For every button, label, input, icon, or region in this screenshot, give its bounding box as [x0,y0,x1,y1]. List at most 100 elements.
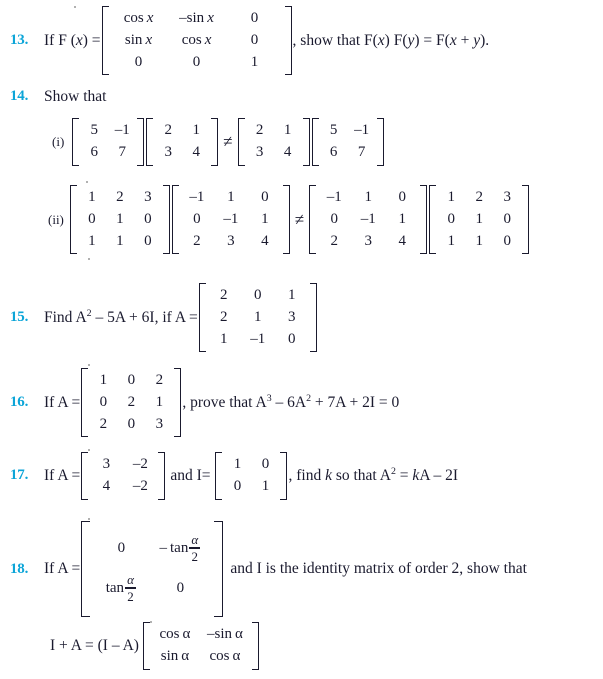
problem-14-number: 14. [10,88,29,105]
matrix-rows: 3 –2 4 –2 [88,452,158,500]
matrix-cell: 0 [192,53,201,70]
negative-tan-half-alpha: – tan α 2 [159,532,201,564]
matrix-rows: cos x –sin x 0 sin x cos x 0 0 0 1 [109,6,285,75]
problem-17: 17. If A = 3 –2 4 –2 and I= 10 01 , find k… [10,452,458,500]
matrix-bracket-right [214,521,224,617]
matrix-cell: 1 [233,456,242,472]
matrix-cell: –sin α [207,626,243,642]
problem-15: 15. Find A2 – 5A + 6I, if A = 2 0 1 2 1 3 1 –… [10,283,318,353]
matrix-bracket-left [72,118,80,166]
problem-16: 16. If A = 1 0 2 0 2 1 2 0 3 , prove that A3 –… [10,368,399,438]
matrix-cell: 2 [220,287,228,303]
tan-half-alpha: tan α 2 [105,572,136,604]
matrix-cell: 7 [357,143,366,160]
matrix-cell: 2 [255,122,264,138]
matrix-cell: 1 [254,308,262,325]
matrix-rows: 1 2 3 0 1 0 1 1 0 [436,185,522,254]
matrix-cell: 2 [220,308,228,325]
matrix-rows: –1 1 0 0 –1 1 2 3 4 [179,185,283,254]
matrix-rows: 10 01 [222,452,280,500]
problem-17-matrix-i: 10 01 [215,452,288,500]
part-i-relation: ≠ [223,131,233,151]
matrix-cell: 0 [117,540,126,557]
matrix-rows: 1 2 3 0 1 0 1 1 0 [77,185,163,254]
matrix-row: tan α 2 0 [93,569,211,609]
matrix-cell: 2 [330,232,338,249]
matrix-cell: –1 [250,330,266,347]
problem-14-lead: Show that [44,88,107,105]
matrix-cell: 1 [250,53,259,70]
problem-18-conclusion-matrix: cos α –sin α sin α cos α [142,622,259,670]
problem-16-matrix: 1 0 2 0 2 1 2 0 3 [81,368,182,438]
matrix-row: cos α –sin α [151,624,251,646]
matrix-cell: 0 [503,210,511,227]
matrix-bracket-right [280,452,288,500]
matrix-cell: –1 [354,122,370,138]
matrix-cell: 3 [102,456,111,472]
matrix-row: 5 –1 [80,120,136,142]
part-ii-matrix-1: 1 2 3 0 1 0 1 1 0 [69,185,170,255]
matrix-row: 5 –1 [320,120,376,142]
matrix-cell: 1 [475,210,483,227]
matrix-bracket-left [429,185,437,255]
matrix-cell: 7 [118,143,127,160]
matrix-bracket-right [522,185,530,255]
matrix-bracket-right [174,368,182,438]
part-i-matrix-1: 5 –1 67 [72,118,145,166]
matrix-row: 1 1 0 [78,231,162,253]
matrix-cell: 0 [88,210,96,227]
matrix-cell: 3 [144,189,152,205]
matrix-cell: –1 [189,189,205,205]
matrix-row: –1 1 0 [317,187,419,209]
print-speck [88,518,90,520]
part-i-matrix-4: 5 –1 6 7 [311,118,384,166]
problem-17-matrix-a: 3 –2 4 –2 [81,452,166,500]
fraction-alpha-over-2: α2 [189,533,201,563]
matrix-cell: 1 [283,122,292,138]
matrix-bracket-right [376,118,384,166]
matrix-bracket-left [237,118,245,166]
matrix-cell: sin α [160,647,190,664]
matrix-cell: cos α [209,647,241,664]
problem-16-lead: If A = [44,394,81,412]
matrix-cell: –2 [132,456,148,472]
problem-17-number: 17. [10,467,29,484]
problem-16-number: 16. [10,394,29,411]
matrix-row: 0 0 1 [110,52,284,74]
matrix-rows: 21 34 [153,118,211,166]
fraction-denominator: 2 [127,588,134,604]
matrix-cell: 0 [193,210,201,227]
matrix-cell: –1 [114,122,130,138]
matrix-row: –1 1 0 [180,187,282,209]
matrix-bracket-right [302,118,310,166]
matrix-bracket-left [146,118,154,166]
problem-17-middle: and I= [170,467,211,485]
matrix-cell: 4 [398,232,406,249]
print-speck [88,364,90,366]
matrix-cell: 3 [503,189,511,205]
matrix-cell: 0 [144,210,152,227]
matrix-bracket-right [137,118,145,166]
matrix-rows: 0 – tan α 2 tan α 2 0 [90,521,214,617]
problem-18: 18. If A = 0 – tan α 2 tan α 2 0 and I i… [10,521,527,617]
matrix-cell: 4 [102,477,111,494]
matrix-cell: 1 [261,477,270,494]
matrix-cell: 2 [155,372,164,388]
part-ii-matrix-4: 1 2 3 0 1 0 1 1 0 [429,185,530,255]
problem-15-lead: Find A2 – 5A + 6I, if A = [44,308,198,327]
matrix-row: 34 [246,142,302,164]
matrix-row: cos x –sin x 0 [110,8,284,30]
matrix-row: 1 –1 0 [207,329,309,351]
print-speck [86,181,88,183]
matrix-cell: 6 [329,143,338,160]
matrix-bracket-left [81,521,91,617]
matrix-cell: cos α [159,626,191,642]
matrix-row: 67 [80,142,136,164]
matrix-cell: 0 [250,31,259,48]
matrix-cell: 1 [227,189,235,205]
matrix-cell: 2 [475,189,483,205]
matrix-row: 2 0 1 [207,285,309,307]
matrix-rows: cos α –sin α sin α cos α [150,622,252,670]
problem-14-part-ii: (ii) 1 2 3 0 1 0 1 1 0 –1 1 0 0 –1 1 2 3 4 ≠ –1 1 0 [48,185,530,255]
problem-18-number: 18. [10,560,29,577]
